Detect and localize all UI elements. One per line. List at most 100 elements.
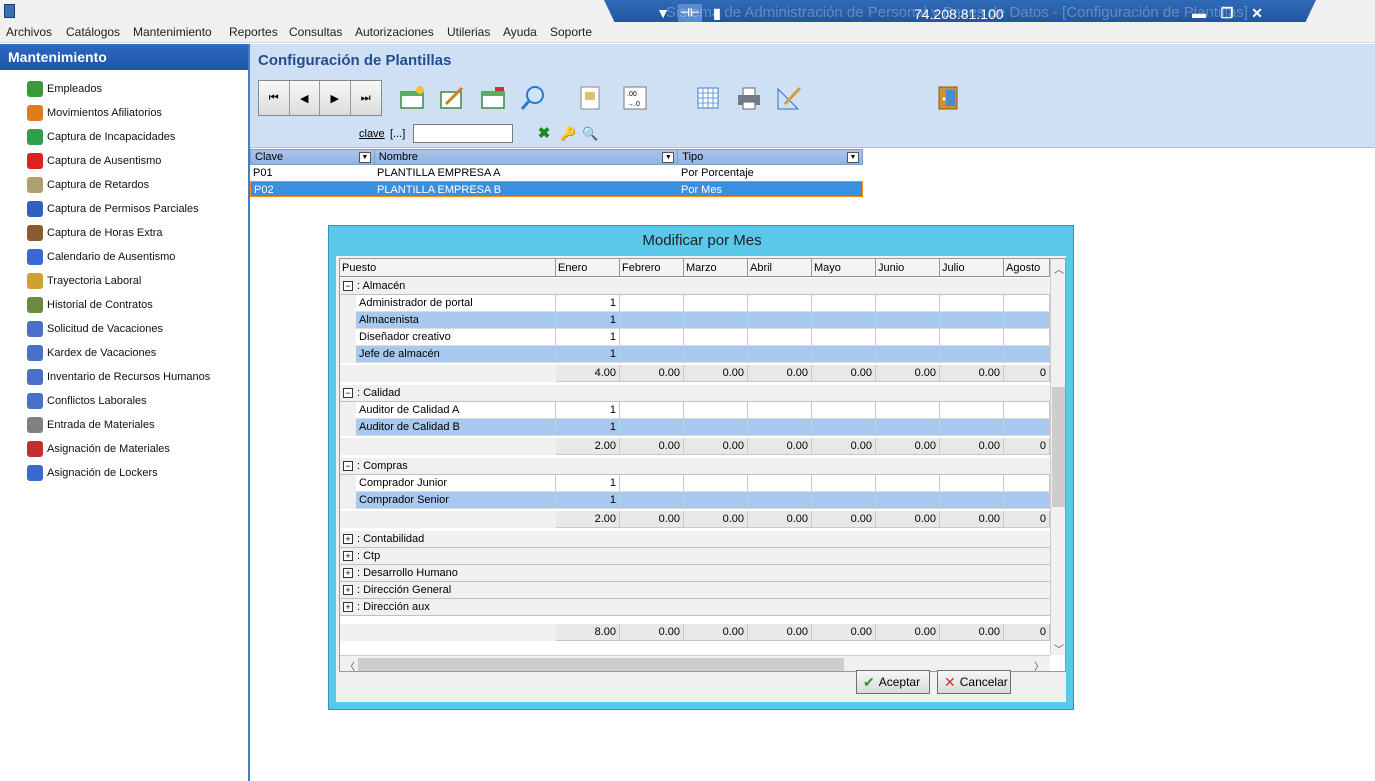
cancel-button[interactable]: ✕ Cancelar <box>937 670 1011 694</box>
print-icon[interactable] <box>735 84 763 112</box>
sidebar-item-historial-de-contratos[interactable]: Historial de Contratos <box>27 296 153 314</box>
filter-dropdown-icon[interactable]: ▼ <box>358 152 371 163</box>
cell-month-value[interactable] <box>940 295 1004 312</box>
cell-month-value[interactable] <box>1004 492 1050 509</box>
sidebar-item-empleados[interactable]: Empleados <box>27 80 102 98</box>
cell-month-value[interactable] <box>620 475 684 492</box>
scroll-right-icon[interactable]: 〉 <box>1034 658 1044 671</box>
cell-month-value[interactable] <box>620 492 684 509</box>
new-record-icon[interactable] <box>398 84 426 112</box>
scroll-left-icon[interactable]: 〈 <box>345 658 355 671</box>
cell-month-value[interactable]: 1 <box>556 475 620 492</box>
column-header-marzo[interactable]: Marzo <box>684 259 748 277</box>
column-header-puesto[interactable]: Puesto <box>340 259 556 277</box>
cell-month-value[interactable] <box>748 312 812 329</box>
cell-month-value[interactable] <box>876 419 940 436</box>
cell-month-value[interactable] <box>812 402 876 419</box>
group-row[interactable]: +: Contabilidad <box>340 531 1050 548</box>
expand-collapse-icon[interactable]: + <box>343 551 353 561</box>
clave-browse-button[interactable]: [...] <box>390 128 405 140</box>
find-icon[interactable]: 🔍 <box>582 126 598 142</box>
close-icon[interactable]: ✕ <box>1248 4 1266 22</box>
sidebar-item-conflictos-laborales[interactable]: Conflictos Laborales <box>27 392 147 410</box>
cell-month-value[interactable] <box>1004 312 1050 329</box>
column-header-agosto[interactable]: Agosto <box>1004 259 1050 277</box>
sidebar-item-captura-de-ausentismo[interactable]: Captura de Ausentismo <box>27 152 161 170</box>
cell-month-value[interactable] <box>1004 346 1050 363</box>
menu-autorizaciones[interactable]: Autorizaciones <box>355 25 434 39</box>
sidebar-item-calendario-de-ausentismo[interactable]: Calendario de Ausentismo <box>27 248 175 266</box>
cell-month-value[interactable] <box>1004 295 1050 312</box>
cell-month-value[interactable] <box>748 402 812 419</box>
group-row[interactable]: +: Ctp <box>340 548 1050 565</box>
cell-month-value[interactable] <box>748 492 812 509</box>
menu-reportes[interactable]: Reportes <box>229 25 278 39</box>
group-row[interactable]: −: Calidad <box>340 385 1050 402</box>
delete-record-icon[interactable] <box>479 84 507 112</box>
cell-month-value[interactable]: 1 <box>556 329 620 346</box>
horizontal-scroll-thumb[interactable] <box>358 658 844 671</box>
cell-month-value[interactable] <box>684 402 748 419</box>
cell-month-value[interactable] <box>876 312 940 329</box>
scroll-up-icon[interactable]: ︿ <box>1054 261 1064 276</box>
column-header-julio[interactable]: Julio <box>940 259 1004 277</box>
menu-consultas[interactable]: Consultas <box>289 25 342 39</box>
group-row[interactable]: +: Dirección aux <box>340 599 1050 616</box>
cell-month-value[interactable] <box>748 295 812 312</box>
edit-record-icon[interactable] <box>438 84 466 112</box>
group-row[interactable]: +: Desarrollo Humano <box>340 565 1050 582</box>
cell-month-value[interactable] <box>876 402 940 419</box>
table-row[interactable]: P02 PLANTILLA EMPRESA B Por Mes <box>250 181 863 197</box>
cell-month-value[interactable]: 1 <box>556 492 620 509</box>
first-record-button[interactable]: ⏮ <box>259 81 290 115</box>
decimal-icon[interactable]: .00→.0 <box>621 84 649 112</box>
cell-month-value[interactable] <box>812 419 876 436</box>
column-header-abril[interactable]: Abril <box>748 259 812 277</box>
cell-month-value[interactable] <box>812 329 876 346</box>
cell-month-value[interactable] <box>876 295 940 312</box>
sidebar-item-solicitud-de-vacaciones[interactable]: Solicitud de Vacaciones <box>27 320 163 338</box>
cell-month-value[interactable] <box>748 419 812 436</box>
sidebar-item-captura-de-retardos[interactable]: Captura de Retardos <box>27 176 149 194</box>
menu-ayuda[interactable]: Ayuda <box>503 25 537 39</box>
expand-collapse-icon[interactable]: − <box>343 281 353 291</box>
cell-month-value[interactable] <box>876 329 940 346</box>
expand-collapse-icon[interactable]: + <box>343 585 353 595</box>
key-icon[interactable]: 🔑 <box>560 126 576 142</box>
cell-month-value[interactable] <box>812 475 876 492</box>
cell-month-value[interactable] <box>1004 329 1050 346</box>
cell-month-value[interactable] <box>940 329 1004 346</box>
group-row[interactable]: −: Compras <box>340 458 1050 475</box>
table-row[interactable]: Auditor de Calidad A1 <box>340 402 1050 419</box>
cell-month-value[interactable] <box>620 402 684 419</box>
cell-month-value[interactable] <box>684 329 748 346</box>
table-row[interactable]: Diseñador creativo 1 <box>340 329 1050 346</box>
cell-month-value[interactable] <box>940 402 1004 419</box>
sidebar-item-asignaci-n-de-lockers[interactable]: Asignación de Lockers <box>27 464 158 482</box>
cell-month-value[interactable] <box>620 329 684 346</box>
table-row[interactable]: Comprador Senior 1 <box>340 492 1050 509</box>
cell-month-value[interactable] <box>812 312 876 329</box>
cell-month-value[interactable] <box>684 346 748 363</box>
template-icon[interactable] <box>576 84 604 112</box>
cell-month-value[interactable] <box>684 312 748 329</box>
accept-filter-icon[interactable]: ✖ <box>536 126 552 142</box>
sidebar-item-trayectoria-laboral[interactable]: Trayectoria Laboral <box>27 272 141 290</box>
table-row[interactable]: Auditor de Calidad B1 <box>340 419 1050 436</box>
column-header-febrero[interactable]: Febrero <box>620 259 684 277</box>
column-header-enero[interactable]: Enero <box>556 259 620 277</box>
cell-month-value[interactable] <box>748 329 812 346</box>
expand-collapse-icon[interactable]: − <box>343 388 353 398</box>
column-header-mayo[interactable]: Mayo <box>812 259 876 277</box>
cell-month-value[interactable]: 1 <box>556 402 620 419</box>
grid-icon[interactable] <box>694 84 722 112</box>
sidebar-item-captura-de-incapacidades[interactable]: Captura de Incapacidades <box>27 128 175 146</box>
cell-month-value[interactable] <box>684 475 748 492</box>
menu-soporte[interactable]: Soporte <box>550 25 592 39</box>
group-row[interactable]: −: Almacén <box>340 278 1050 295</box>
cell-month-value[interactable] <box>684 295 748 312</box>
table-row[interactable]: Comprador Junior 1 <box>340 475 1050 492</box>
column-header-junio[interactable]: Junio <box>876 259 940 277</box>
table-row[interactable]: P01 PLANTILLA EMPRESA A Por Porcentaje <box>250 165 863 181</box>
sidebar-item-inventario-de-recursos-humanos[interactable]: Inventario de Recursos Humanos <box>27 368 210 386</box>
